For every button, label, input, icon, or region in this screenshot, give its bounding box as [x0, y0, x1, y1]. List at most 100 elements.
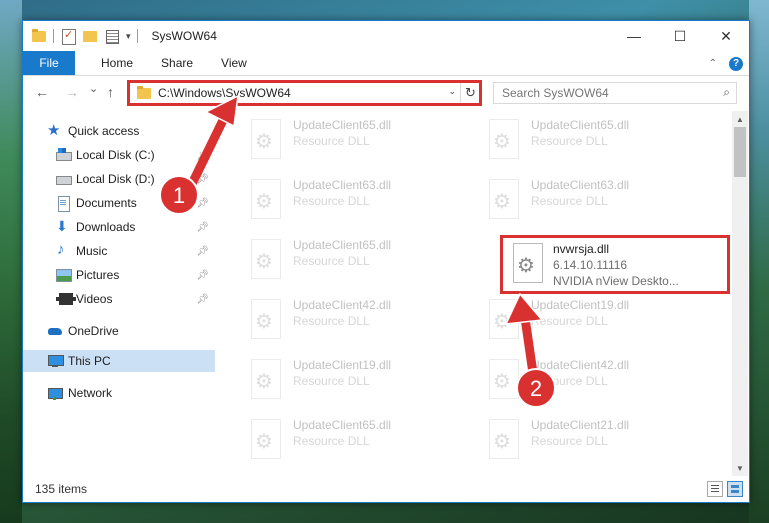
- file-item[interactable]: UpdateClient42.dll Resource DLL: [241, 293, 469, 349]
- file-type: Resource DLL: [293, 374, 370, 388]
- file-item[interactable]: UpdateClient21.dll Resource DLL: [479, 413, 707, 469]
- desktop-background-right: [749, 0, 769, 523]
- back-button[interactable]: ←: [35, 84, 49, 100]
- tab-view[interactable]: View: [207, 51, 261, 75]
- this-pc-icon: [47, 353, 64, 369]
- sidebar-item-onedrive[interactable]: OneDrive: [23, 320, 215, 342]
- help-icon[interactable]: ?: [729, 56, 743, 71]
- window-controls: — ☐ ✕: [611, 21, 749, 51]
- file-type: Resource DLL: [293, 194, 370, 208]
- scroll-up-arrow-icon[interactable]: ▲: [732, 111, 748, 127]
- search-icon: ⌕: [723, 85, 730, 99]
- dll-file-icon: [483, 357, 523, 405]
- network-icon: [47, 385, 63, 401]
- folder-icon: [31, 28, 47, 44]
- file-name: UpdateClient63.dll: [531, 178, 630, 192]
- file-type: Resource DLL: [293, 254, 370, 268]
- music-icon: [55, 241, 71, 259]
- sidebar-item-pictures[interactable]: Pictures 📌︎: [23, 264, 215, 286]
- sidebar-item-label: Documents: [76, 196, 137, 210]
- dll-file-icon: [245, 297, 285, 345]
- large-icons-view-icon[interactable]: [727, 481, 743, 497]
- details-view-icon[interactable]: [707, 481, 723, 497]
- file-type: Resource DLL: [531, 434, 608, 448]
- close-button[interactable]: ✕: [703, 21, 749, 51]
- file-name: UpdateClient19.dll: [531, 298, 630, 312]
- sidebar-item-downloads[interactable]: Downloads 📌︎: [23, 216, 215, 238]
- sidebar-item-label: Videos: [76, 292, 113, 306]
- pin-icon: 📌︎: [196, 173, 209, 185]
- scroll-down-arrow-icon[interactable]: ▼: [732, 460, 748, 476]
- drive-icon: [55, 171, 72, 187]
- maximize-button[interactable]: ☐: [657, 21, 703, 51]
- file-type: Resource DLL: [293, 434, 370, 448]
- file-item[interactable]: UpdateClient65.dll Resource DLL: [241, 233, 469, 289]
- dll-file-icon: [483, 177, 523, 225]
- dll-file-icon: [245, 177, 285, 225]
- file-item[interactable]: UpdateClient65.dll Resource DLL: [479, 113, 707, 169]
- file-item[interactable]: UpdateClient65.dll Resource DLL: [241, 113, 469, 169]
- vertical-scrollbar[interactable]: ▲ ▼: [732, 111, 748, 476]
- forward-button[interactable]: →: [65, 84, 79, 100]
- file-item[interactable]: UpdateClient19.dll Resource DLL: [479, 293, 707, 349]
- drive-icon: [55, 147, 72, 163]
- tab-home[interactable]: Home: [87, 51, 147, 75]
- file-explorer-window: ▾ SysWOW64 — ☐ ✕ File Home Share View ⌃ …: [22, 20, 750, 503]
- dll-file-icon: [245, 417, 285, 465]
- dll-file-icon: [483, 297, 523, 345]
- expand-ribbon-chevron-icon[interactable]: ⌃: [709, 58, 717, 69]
- file-type: Resource DLL: [531, 314, 608, 328]
- file-name: UpdateClient65.dll: [293, 118, 392, 132]
- dll-file-icon: [245, 117, 285, 165]
- tab-share[interactable]: Share: [147, 51, 207, 75]
- new-folder-icon[interactable]: [82, 28, 98, 44]
- file-name: UpdateClient19.dll: [293, 358, 392, 372]
- file-name: UpdateClient65.dll: [531, 118, 630, 132]
- customize-view-icon[interactable]: [104, 28, 120, 44]
- sidebar-item-videos[interactable]: Videos 📌︎: [23, 288, 215, 310]
- window-title: SysWOW64: [151, 29, 217, 43]
- ribbon-right-controls: ⌃ ?: [709, 51, 743, 76]
- address-bar-highlight: [127, 80, 482, 106]
- sidebar-item-label: Music: [76, 244, 108, 258]
- properties-icon[interactable]: [60, 28, 76, 45]
- toolbar-divider: [136, 29, 138, 43]
- file-item[interactable]: UpdateClient65.dll Resource DLL: [241, 413, 469, 469]
- pin-icon: 📌︎: [196, 197, 209, 209]
- search-box[interactable]: ⌕: [493, 82, 737, 104]
- pin-icon: 📌︎: [196, 293, 209, 305]
- sidebar-item-music[interactable]: Music 📌︎: [23, 240, 215, 262]
- sidebar-item-label: Pictures: [76, 268, 120, 282]
- tab-file[interactable]: File: [23, 51, 75, 75]
- file-name: UpdateClient42.dll: [531, 358, 630, 372]
- file-list-pane: UpdateClient65.dll Resource DLL UpdateCli…: [221, 111, 733, 471]
- sidebar-item-local-disk-d[interactable]: Local Disk (D:) 📌︎: [23, 168, 215, 190]
- file-item[interactable]: UpdateClient63.dll Resource DLL: [241, 173, 469, 229]
- dll-file-icon: [245, 237, 285, 285]
- up-button[interactable]: ↑: [107, 84, 114, 100]
- sidebar-item-network[interactable]: Network: [23, 382, 215, 404]
- dll-file-icon: [245, 357, 285, 405]
- quick-access-toolbar: ▾: [23, 21, 138, 51]
- pin-icon: 📌︎: [196, 269, 209, 281]
- sidebar-item-documents[interactable]: Documents 📌︎: [23, 192, 215, 214]
- sidebar-item-local-disk-c[interactable]: Local Disk (C:) 📌︎: [23, 144, 215, 166]
- view-switcher: [707, 481, 743, 497]
- file-item[interactable]: UpdateClient42.dll Resource DLL: [479, 353, 707, 409]
- file-type: Resource DLL: [531, 374, 608, 388]
- customize-toolbar-dropdown-icon[interactable]: ▾: [126, 31, 131, 42]
- recent-locations-button[interactable]: ⌄: [89, 82, 98, 95]
- file-item[interactable]: UpdateClient63.dll Resource DLL: [479, 173, 707, 229]
- sidebar-item-label: Quick access: [68, 124, 140, 138]
- sidebar-item-quick-access[interactable]: Quick access: [23, 120, 215, 142]
- file-item[interactable]: UpdateClient19.dll Resource DLL: [241, 353, 469, 409]
- scroll-thumb[interactable]: [734, 127, 746, 177]
- pin-icon: 📌︎: [196, 245, 209, 257]
- file-name: UpdateClient65.dll: [293, 418, 392, 432]
- sidebar-item-this-pc[interactable]: This PC: [23, 350, 215, 372]
- file-name: UpdateClient42.dll: [293, 298, 392, 312]
- minimize-button[interactable]: —: [611, 21, 657, 51]
- navigation-bar: ← → ⌄ ↑ C:\Windows\SysWOW64 ⌄ ↻ ⌕: [23, 78, 749, 108]
- search-input[interactable]: [502, 86, 702, 100]
- sidebar-item-label: Local Disk (C:): [76, 148, 155, 162]
